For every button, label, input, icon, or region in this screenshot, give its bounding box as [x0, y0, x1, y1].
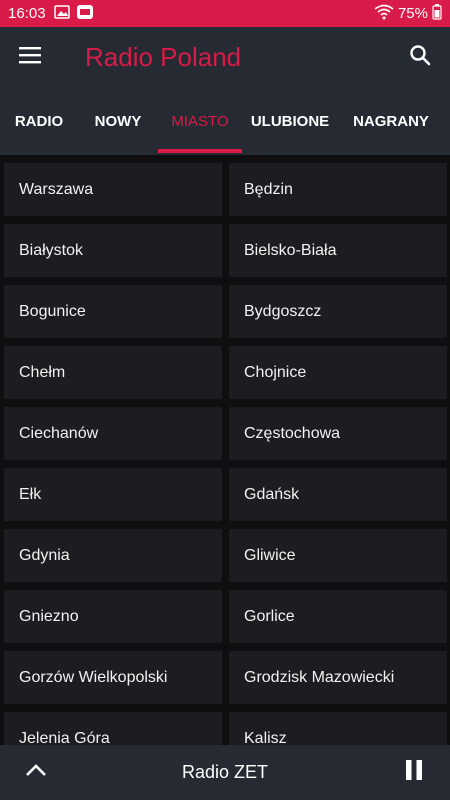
wifi-icon	[374, 4, 394, 24]
city-item[interactable]: Bydgoszcz	[229, 285, 447, 338]
city-label: Gliwice	[244, 546, 296, 564]
city-label: Białystok	[19, 241, 84, 259]
tab-radio[interactable]: RADIO	[0, 87, 78, 155]
mini-player: Radio ZET	[0, 745, 450, 800]
city-item[interactable]: Grodzisk Mazowiecki	[229, 651, 447, 704]
city-label: Jelenia Góra	[19, 729, 110, 746]
city-label: Bogunice	[19, 302, 86, 320]
app-notification-icon	[76, 4, 94, 24]
city-label: Ciechanów	[19, 424, 99, 442]
tab-label: NAGRANY	[353, 112, 429, 130]
city-label: Będzin	[244, 180, 293, 198]
city-item[interactable]: Ełk	[4, 468, 222, 521]
active-tab-indicator	[158, 149, 242, 153]
city-item[interactable]: Kalisz	[229, 712, 447, 745]
city-item[interactable]: Gdańsk	[229, 468, 447, 521]
tab-label: ULUBIONE	[250, 112, 330, 130]
city-label: Gorzów Wielkopolski	[19, 668, 168, 686]
tab-label: RADIO	[14, 112, 64, 130]
city-label: Ełk	[19, 485, 42, 503]
city-label: Gniezno	[19, 607, 79, 625]
city-item[interactable]: Warszawa	[4, 163, 222, 216]
city-grid: Warszawa Będzin Białystok Bielsko-Biała …	[0, 160, 450, 745]
status-time: 16:03	[8, 5, 46, 22]
city-label: Grodzisk Mazowiecki	[244, 668, 395, 686]
tab-nowy[interactable]: NOWY	[78, 87, 158, 155]
page-title: Radio Poland	[85, 41, 242, 72]
chevron-up-icon	[25, 763, 47, 782]
city-item[interactable]: Gorzów Wielkopolski	[4, 651, 222, 704]
tab-bar: RADIO NOWY MIASTO ULUBIONE NAGRANY	[0, 87, 450, 155]
tab-nagrany[interactable]: NAGRANY	[338, 87, 444, 155]
city-label: Kalisz	[244, 729, 287, 746]
city-label: Gdańsk	[244, 485, 300, 503]
city-label: Gorlice	[244, 607, 295, 625]
city-label: Częstochowa	[244, 424, 341, 442]
menu-button[interactable]	[0, 27, 60, 87]
tab-ulubione[interactable]: ULUBIONE	[242, 87, 338, 155]
pause-icon	[405, 759, 423, 786]
app-bar: Radio Poland	[0, 27, 450, 87]
status-bar: 16:03 75%	[0, 0, 450, 27]
city-item[interactable]: Gniezno	[4, 590, 222, 643]
now-playing-title: Radio ZET	[181, 762, 269, 782]
city-item[interactable]: Będzin	[229, 163, 447, 216]
city-item[interactable]: Gliwice	[229, 529, 447, 582]
image-icon	[53, 4, 70, 23]
city-label: Bielsko-Biała	[244, 241, 337, 259]
tab-miasto[interactable]: MIASTO	[158, 87, 242, 155]
tab-label: MIASTO	[171, 112, 229, 130]
pause-button[interactable]	[378, 745, 450, 800]
battery-level: 75%	[397, 5, 428, 22]
expand-player-button[interactable]	[0, 745, 72, 800]
menu-icon	[19, 46, 41, 69]
search-icon	[409, 44, 431, 71]
city-item[interactable]: Chełm	[4, 346, 222, 399]
city-item[interactable]: Bogunice	[4, 285, 222, 338]
city-item[interactable]: Chojnice	[229, 346, 447, 399]
city-item[interactable]: Częstochowa	[229, 407, 447, 460]
city-label: Warszawa	[19, 180, 94, 198]
city-item[interactable]: Ciechanów	[4, 407, 222, 460]
city-label: Bydgoszcz	[244, 302, 322, 320]
battery-icon	[432, 3, 442, 24]
city-label: Gdynia	[19, 546, 70, 564]
search-button[interactable]	[390, 27, 450, 87]
city-item[interactable]: Jelenia Góra	[4, 712, 222, 745]
city-label: Chojnice	[244, 363, 307, 381]
city-item[interactable]: Gorlice	[229, 590, 447, 643]
city-item[interactable]: Białystok	[4, 224, 222, 277]
city-item[interactable]: Gdynia	[4, 529, 222, 582]
tab-label: NOWY	[94, 112, 142, 130]
city-item[interactable]: Bielsko-Biała	[229, 224, 447, 277]
city-label: Chełm	[19, 363, 66, 381]
